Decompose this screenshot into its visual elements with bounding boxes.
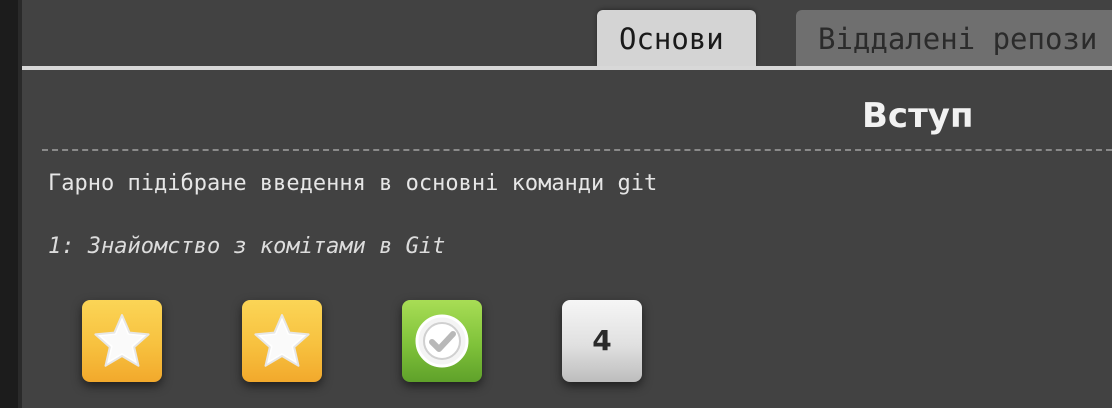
tab-bar: Основи Віддалені репози bbox=[22, 0, 1112, 66]
star-icon bbox=[254, 314, 310, 367]
tab-basics[interactable]: Основи bbox=[597, 10, 756, 66]
section-divider bbox=[42, 149, 1112, 151]
level-number-label: 4 bbox=[592, 324, 612, 357]
level-button-2[interactable] bbox=[242, 300, 322, 382]
level-button-1[interactable] bbox=[82, 300, 162, 382]
section-title: Вступ bbox=[862, 96, 974, 136]
level-buttons-row: 4 bbox=[82, 300, 682, 382]
checkmark-icon bbox=[415, 314, 469, 368]
section-description: Гарно підібране введення в основні коман… bbox=[48, 171, 658, 196]
level-list-content: Вступ Гарно підібране введення в основні… bbox=[22, 70, 1112, 408]
level-button-3[interactable] bbox=[402, 300, 482, 382]
star-icon bbox=[94, 314, 150, 367]
level-group-title: 1: Знайомство з комітами в Git bbox=[48, 234, 446, 259]
tab-remote-repos[interactable]: Віддалені репози bbox=[796, 10, 1112, 66]
app-window: Основи Віддалені репози Вступ Гарно піді… bbox=[0, 0, 1112, 408]
level-button-4[interactable]: 4 bbox=[562, 300, 642, 382]
